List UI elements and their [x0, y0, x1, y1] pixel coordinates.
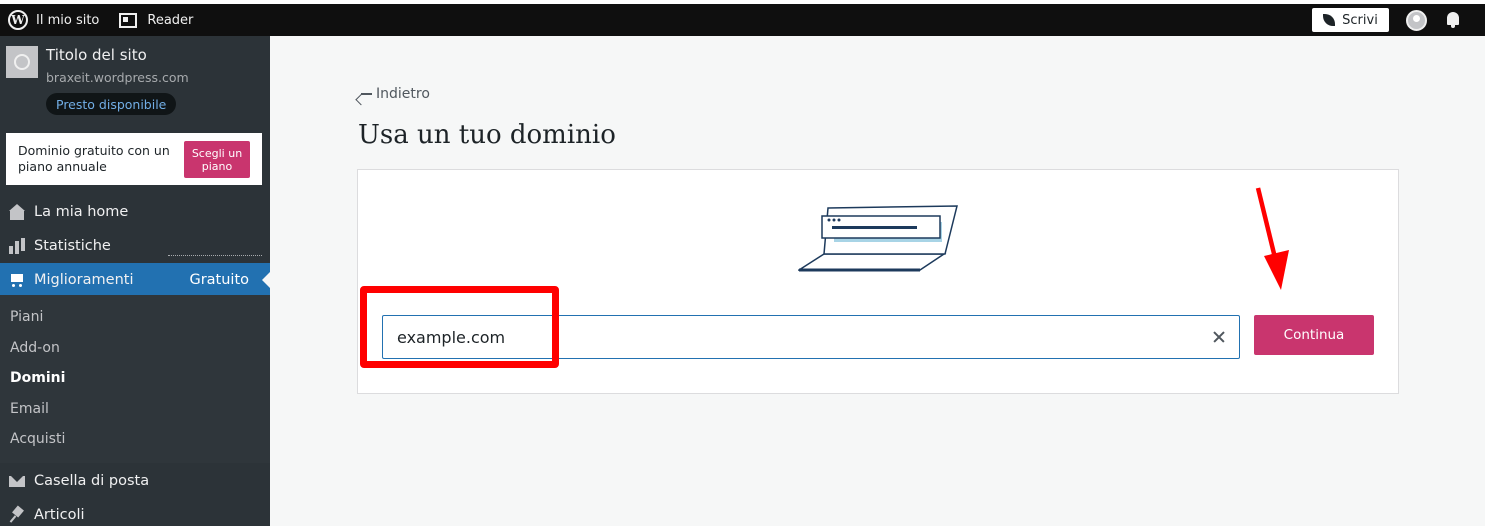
sidebar-item-stats[interactable]: Statistiche [0, 229, 270, 263]
submenu-item-plans[interactable]: Piani [10, 309, 43, 325]
cart-icon [9, 272, 25, 288]
page-title: Usa un tuo dominio [358, 120, 616, 150]
mail-icon [9, 473, 25, 489]
my-site-link[interactable]: W Il mio sito [0, 4, 107, 36]
home-icon [9, 204, 25, 220]
my-site-label: Il mio sito [36, 12, 100, 28]
submenu-item-purchases[interactable]: Acquisti [10, 431, 65, 447]
write-label: Scrivi [1342, 12, 1378, 28]
site-url: braxeit.wordpress.com [46, 70, 189, 85]
sidebar-item-inbox[interactable]: Casella di posta [0, 464, 270, 498]
clear-icon[interactable] [1209, 327, 1229, 347]
write-button[interactable]: Scrivi [1312, 8, 1389, 32]
red-arrow-annotation [1255, 187, 1289, 290]
sidebar-item-label: Casella di posta [34, 473, 150, 489]
coming-soon-badge: Presto disponibile [46, 93, 177, 115]
submenu-item-email[interactable]: Email [10, 401, 49, 417]
sidebar-item-upgrades[interactable]: Miglioramenti Gratuito [0, 263, 270, 297]
back-label: Indietro [376, 86, 430, 102]
free-domain-promo: Dominio gratuito con un piano annuale Sc… [6, 133, 262, 185]
site-globe-icon [6, 46, 38, 78]
reader-link[interactable]: Reader [111, 4, 201, 36]
free-label: Gratuito [189, 272, 249, 288]
reader-icon [119, 12, 138, 28]
arrow-left-icon [360, 88, 372, 100]
top-bar: W Il mio sito Reader Scrivi [0, 0, 1485, 36]
sidebar: Titolo del sito braxeit.wordpress.com Pr… [0, 36, 270, 526]
upgrades-submenu: Piani Add-on Domini Email Acquisti [0, 295, 270, 463]
pin-icon [9, 507, 25, 523]
continue-button[interactable]: Continua [1254, 315, 1374, 355]
sidebar-item-label: Articoli [34, 507, 85, 523]
sidebar-item-label: Miglioramenti [34, 272, 134, 288]
stats-icon [9, 238, 25, 254]
choose-plan-button[interactable]: Scegli un piano [184, 141, 250, 178]
sidebar-item-home[interactable]: La mia home [0, 195, 270, 229]
sidebar-item-posts[interactable]: Articoli [0, 498, 270, 526]
submenu-item-addons[interactable]: Add-on [10, 340, 60, 356]
highlight-box-annotation [360, 286, 559, 368]
reader-label: Reader [147, 12, 194, 28]
wordpress-logo-icon: W [8, 10, 28, 30]
pen-icon [1323, 14, 1336, 26]
divider [168, 255, 262, 256]
back-link[interactable]: Indietro [360, 86, 430, 102]
sidebar-item-label: Statistiche [34, 238, 111, 254]
browser-illustration-icon [798, 205, 958, 272]
submenu-item-domains[interactable]: Domini [10, 370, 65, 386]
avatar[interactable] [1406, 9, 1427, 31]
notifications-bell-icon[interactable] [1445, 11, 1461, 29]
site-header[interactable]: Titolo del sito braxeit.wordpress.com Pr… [0, 36, 270, 123]
site-title: Titolo del sito [46, 46, 147, 64]
promo-text: Dominio gratuito con un piano annuale [18, 143, 170, 174]
sidebar-item-label: La mia home [34, 204, 129, 220]
